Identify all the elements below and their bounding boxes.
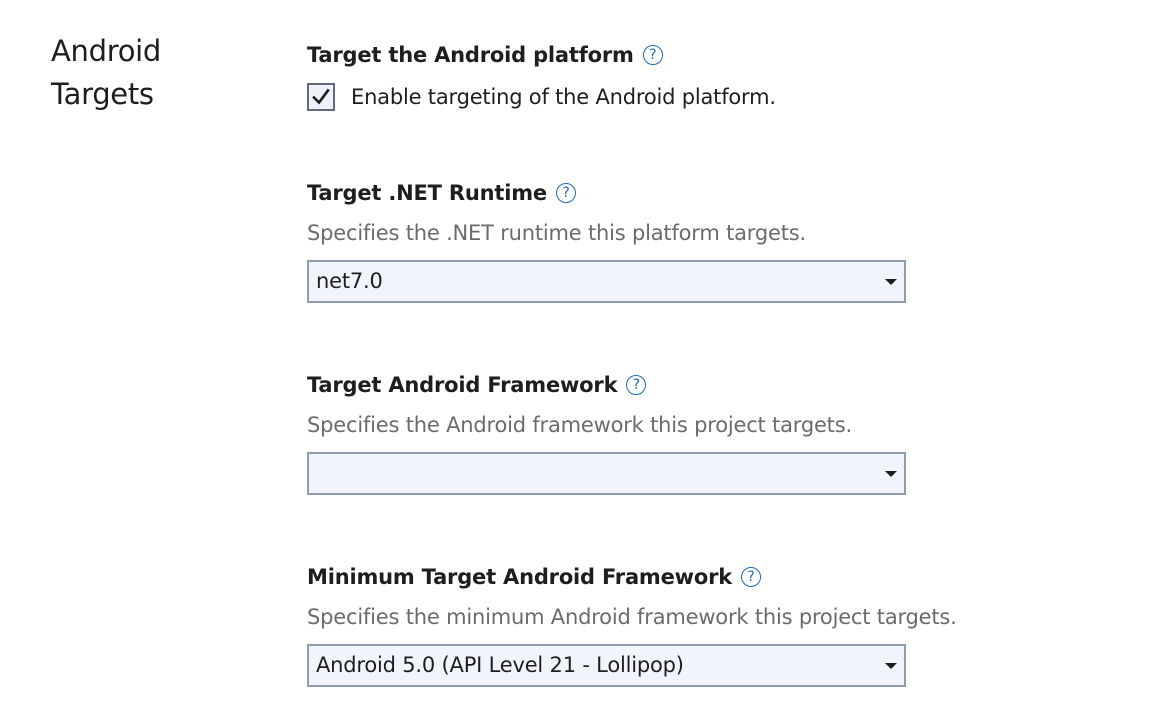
chevron-down-icon[interactable]	[885, 471, 897, 477]
chevron-down-icon[interactable]	[885, 279, 897, 285]
runtime-group: Target .NET Runtime ? Specifies the .NET…	[307, 179, 906, 303]
min-framework-heading: Minimum Target Android Framework ?	[307, 563, 957, 591]
framework-select[interactable]	[307, 452, 906, 495]
runtime-heading-text: Target .NET Runtime	[307, 181, 547, 205]
platform-group: Target the Android platform ? Enable tar…	[307, 41, 776, 111]
enable-android-checkbox[interactable]	[307, 83, 335, 111]
section-title-line2: Targets	[51, 77, 154, 111]
help-icon[interactable]: ?	[626, 375, 647, 395]
checkmark-icon	[312, 88, 330, 105]
framework-description: Specifies the Android framework this pro…	[307, 413, 852, 437]
platform-checkbox-row[interactable]: Enable targeting of the Android platform…	[307, 83, 776, 111]
platform-heading: Target the Android platform ?	[307, 41, 776, 69]
framework-group: Target Android Framework ? Specifies the…	[307, 371, 906, 495]
runtime-selected-value: net7.0	[316, 269, 383, 293]
help-icon[interactable]: ?	[555, 183, 576, 203]
runtime-heading: Target .NET Runtime ?	[307, 179, 906, 207]
min-framework-heading-text: Minimum Target Android Framework	[307, 565, 733, 589]
section-title-line1: Android	[51, 34, 162, 68]
runtime-select[interactable]: net7.0	[307, 260, 906, 303]
platform-heading-text: Target the Android platform	[307, 43, 634, 67]
enable-android-label[interactable]: Enable targeting of the Android platform…	[351, 83, 776, 111]
runtime-description: Specifies the .NET runtime this platform…	[307, 221, 806, 245]
min-framework-group: Minimum Target Android Framework ? Speci…	[307, 563, 957, 687]
min-framework-select[interactable]: Android 5.0 (API Level 21 - Lollipop)	[307, 644, 906, 687]
framework-heading: Target Android Framework ?	[307, 371, 906, 399]
help-icon[interactable]: ?	[741, 567, 762, 587]
help-icon[interactable]: ?	[642, 45, 663, 65]
framework-heading-text: Target Android Framework	[307, 373, 618, 397]
section-title: Android Targets	[51, 30, 161, 116]
min-framework-selected-value: Android 5.0 (API Level 21 - Lollipop)	[316, 653, 684, 677]
chevron-down-icon[interactable]	[885, 663, 897, 669]
settings-page: Android Targets Target the Android platf…	[0, 0, 1167, 712]
min-framework-description: Specifies the minimum Android framework …	[307, 605, 957, 629]
